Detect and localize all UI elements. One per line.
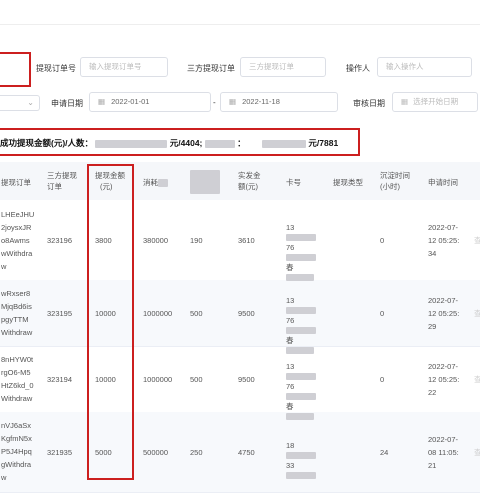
apply-time-cell: 2022-07- 12 05:25: 29 (428, 296, 460, 331)
summary-text: 成功提现金额(元)/人数： 元/4404; ： 元/7881 (0, 137, 338, 149)
redacted-block (286, 452, 316, 459)
col-card: 卡号 (286, 178, 301, 187)
consume-cell: 1000000 (143, 375, 173, 384)
apply-date-end-input[interactable]: ▦ 2022-11-18 (220, 92, 338, 112)
date-start-value: 2022-01-01 (111, 97, 150, 106)
apply-time-cell: 2022-07- 12 05:25: 22 (428, 362, 460, 397)
operator-label: 操作人 (346, 64, 370, 73)
order-no-cell[interactable]: 8nHYW0t rgO6-M5 HtZ6kd_0 Withdraw (1, 353, 34, 405)
summary-prefix: 成功提现金额(元)/人数： (0, 138, 94, 148)
summary-part1: 元/4404; (169, 138, 203, 148)
order-no-cell[interactable]: nVJ6aSx KgfmN5x P5J4Hpq gWithdra w (1, 419, 32, 484)
review-date-placeholder: 选择开始日期 (413, 97, 459, 106)
row-action-link[interactable]: 查 (474, 373, 480, 386)
settle-cell: 0 (380, 236, 385, 245)
order-no-input[interactable]: 输入提现订单号 (80, 57, 168, 77)
card-cell: 13 76 春 (286, 360, 316, 420)
top-bar (0, 0, 480, 25)
actual-cell: 3610 (238, 236, 255, 245)
card-cell: 13 76 春 (286, 221, 316, 281)
third-order-cell: 323194 (47, 375, 73, 384)
redacted-block (286, 393, 316, 400)
calendar-icon: ▦ (401, 97, 409, 106)
col-apply-time: 申请时间 (428, 178, 458, 187)
order-no-cell[interactable]: LHEeJHU 2joysxJR o8Awms wWithdra w (1, 208, 34, 273)
review-date-label: 审核日期 (353, 99, 385, 108)
col-order-no: 提现订单 (1, 178, 31, 187)
settle-cell: 0 (380, 309, 385, 318)
col-settle: 沉淀时间 (小时) (380, 171, 410, 191)
summary-colon: ： (237, 138, 246, 148)
chevron-down-icon[interactable]: ⌄ (0, 95, 40, 111)
fee-cell: 190 (190, 236, 203, 245)
redacted-block (158, 179, 168, 188)
redacted-block (286, 327, 316, 334)
row-action-link[interactable]: 查 (474, 307, 480, 320)
third-order-input[interactable]: 三方提现订单 (240, 57, 326, 77)
redacted-block (286, 373, 316, 380)
redacted-block (286, 413, 314, 420)
order-no-label: 提现订单号 (36, 64, 76, 73)
settle-cell: 24 (380, 448, 389, 457)
col-type: 提现类型 (333, 178, 363, 187)
actual-cell: 4750 (238, 448, 255, 457)
third-order-cell: 323195 (47, 309, 73, 318)
actual-cell: 9500 (238, 375, 255, 384)
apply-date-label: 申请日期 (51, 99, 83, 108)
card-cell: 13 76 春 (286, 294, 316, 354)
fee-cell: 250 (190, 448, 203, 457)
consume-cell: 1000000 (143, 309, 173, 318)
apply-date-start-input[interactable]: ▦ 2022-01-01 (89, 92, 211, 112)
col-third-order: 三方提现 订单 (47, 171, 77, 191)
redacted-block (286, 307, 316, 314)
third-order-cell: 321935 (47, 448, 73, 457)
redacted-header (190, 170, 220, 194)
review-date-input[interactable]: ▦ 选择开始日期 (392, 92, 478, 112)
date-end-value: 2022-11-18 (242, 97, 280, 106)
redacted-block (204, 139, 235, 148)
highlight-box-left-input (0, 52, 31, 87)
operator-input[interactable]: 输入操作人 (377, 57, 472, 77)
third-order-cell: 323196 (47, 236, 73, 245)
consume-cell: 380000 (143, 236, 169, 245)
redacted-block (286, 274, 314, 281)
fee-cell: 500 (190, 309, 203, 318)
actual-cell: 9500 (238, 309, 255, 318)
apply-time-cell: 2022-07- 08 11:05: 21 (428, 435, 459, 470)
redacted-block (262, 139, 307, 148)
order-no-cell[interactable]: wRxser8 MjqBd6is pgyTTM Withdraw (1, 287, 32, 339)
summary-part2: 元/7881 (308, 138, 339, 148)
settle-cell: 0 (380, 375, 385, 384)
calendar-icon: ▦ (98, 97, 106, 106)
redacted-block (286, 254, 316, 261)
card-cell: 18 33 (286, 439, 316, 479)
redacted-block (286, 234, 316, 241)
redacted-block (95, 139, 168, 148)
row-action-link[interactable]: 查 (474, 234, 480, 247)
apply-time-cell: 2022-07- 12 05:25: 34 (428, 223, 460, 258)
col-actual: 实发金 额(元) (238, 171, 261, 191)
date-separator: - (213, 98, 216, 107)
col-consume: 消耗 (143, 177, 168, 188)
redacted-block (286, 472, 316, 479)
fee-cell: 500 (190, 375, 203, 384)
third-order-label: 三方提现订单 (187, 64, 235, 73)
row-action-link[interactable]: 查 (474, 446, 480, 459)
calendar-icon: ▦ (229, 97, 237, 106)
redacted-block (286, 347, 314, 354)
consume-cell: 500000 (143, 448, 169, 457)
amount-column-highlight (87, 164, 134, 480)
